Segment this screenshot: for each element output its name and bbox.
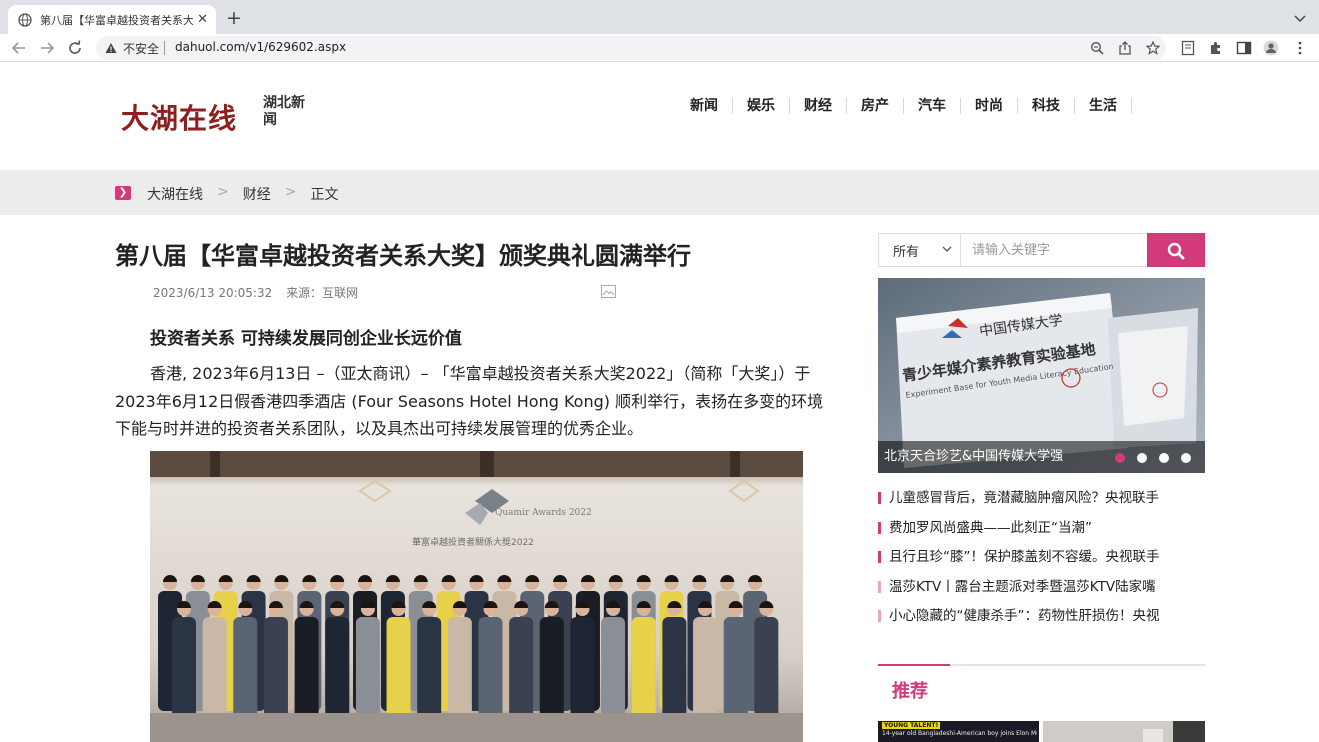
breadcrumb-trail: 大湖在线 > 财经 > 正文	[147, 184, 338, 204]
featured-slider[interactable]: 中国传媒大学 青少年媒介素养教育实验基地 Experiment Base for…	[878, 278, 1205, 473]
nav-item[interactable]: 房产	[847, 98, 904, 114]
nav-item[interactable]: 汽车	[904, 98, 961, 114]
news-list-item[interactable]: 儿童感冒背后，竟潜藏脑肿瘤风险？央视联手	[878, 486, 1208, 516]
back-arrow-icon[interactable]	[10, 39, 28, 57]
search-scope-select[interactable]: 所有	[879, 234, 961, 266]
new-tab-button[interactable]: +	[226, 8, 242, 28]
article-meta: 2023/6/13 20:05:32 来源：互联网	[153, 284, 368, 301]
breadcrumb-separator: >	[217, 184, 229, 200]
url-text[interactable]: dahuol.com/v1/629602.aspx	[175, 40, 346, 54]
share-icon[interactable]	[1118, 41, 1132, 55]
tab-close-icon[interactable]: ✕	[197, 12, 208, 27]
slider-dots	[1103, 453, 1191, 463]
profile-avatar-icon[interactable]	[1263, 40, 1279, 56]
photo-banner-text: 華富卓越投資者關係大獎2022	[412, 536, 534, 548]
article-paragraph: 香港, 2023年6月13日 –（亚太商讯）– 「华富卓越投资者关系大奖2022…	[115, 364, 824, 438]
nav-item[interactable]: 新闻	[676, 98, 733, 114]
nav-item[interactable]: 娱乐	[733, 98, 790, 114]
site-header: 大湖在线 湖北新闻 新闻 娱乐 财经 房产 汽车 时尚 科技 生活	[0, 63, 1319, 170]
chevron-down-icon	[942, 246, 952, 252]
nav-item[interactable]: 科技	[1018, 98, 1075, 114]
breadcrumb: ❯ 大湖在线 > 财经 > 正文	[0, 170, 1319, 215]
site-logo[interactable]: 大湖在线	[121, 97, 237, 137]
news-list-item[interactable]: 温莎KTV丨露台主题派对季暨温莎KTV陆家嘴	[878, 575, 1208, 605]
search-button[interactable]	[1147, 233, 1205, 267]
recommend-thumb-image	[1043, 721, 1205, 742]
slider-dot[interactable]	[1115, 453, 1125, 463]
breadcrumb-home[interactable]: 大湖在线	[147, 184, 203, 204]
reload-icon[interactable]	[66, 39, 84, 57]
recommend-thumbnail[interactable]	[1043, 721, 1205, 742]
forward-arrow-icon[interactable]	[38, 39, 56, 57]
recommend-thumb-tag: YOUNG TALENT!	[882, 722, 941, 729]
tab-search-chevron-icon[interactable]	[1293, 11, 1307, 25]
article-photo: Quamir Awards 2022 華富卓越投資者關係大獎2022	[150, 451, 803, 742]
tab-title: 第八届【华富卓越投资者关系大奖】颁奖典礼圆满举行	[40, 13, 194, 27]
browser-tab-active[interactable]: 第八届【华富卓越投资者关系大奖】颁奖典礼圆满举行 ✕	[8, 5, 216, 34]
reading-list-icon[interactable]	[1180, 40, 1196, 56]
breadcrumb-separator: >	[284, 184, 297, 200]
slider-caption-text: 北京天合珍艺&中国传媒大学强	[884, 449, 1064, 464]
award-ceremony-photo: Quamir Awards 2022 華富卓越投資者關係大獎2022	[150, 451, 803, 742]
news-list-item[interactable]: 且行且珍“膝”！保护膝盖刻不容缓。央视联手	[878, 545, 1208, 575]
breadcrumb-arrow-icon: ❯	[115, 186, 131, 200]
slider-dot[interactable]	[1159, 453, 1169, 463]
search-input[interactable]	[962, 234, 1148, 266]
breadcrumb-current: 正文	[310, 187, 339, 203]
news-list: 儿童感冒背后，竟潜藏脑肿瘤风险？央视联手 费加罗风尚盛典——此刻正“当潮” 且行且珍…	[878, 486, 1208, 634]
article-title: 第八届【华富卓越投资者关系大奖】颁奖典礼圆满举行	[115, 242, 691, 270]
article-subtitle: 投资者关系 可持续发展同创企业长远价值	[150, 329, 462, 349]
nav-item[interactable]: 财经	[790, 98, 847, 114]
security-label[interactable]: 不安全	[123, 40, 159, 57]
breadcrumb-category[interactable]: 财经	[243, 184, 271, 204]
kebab-menu-icon[interactable]	[1292, 40, 1308, 56]
slider-dot[interactable]	[1137, 453, 1147, 463]
image-placeholder-icon	[601, 285, 616, 298]
recommend-title: 推荐	[892, 681, 928, 702]
warning-icon[interactable]	[105, 42, 117, 54]
side-panel-icon[interactable]	[1236, 40, 1252, 56]
article-date: 2023/6/13 20:05:32	[153, 286, 273, 300]
zoom-icon[interactable]	[1090, 41, 1104, 55]
recommend-thumb-text: 14-year old Bangladeshi-American boy joi…	[882, 730, 1037, 737]
recommend-thumbnail[interactable]: YOUNG TALENT! 14-year old Bangladeshi-Am…	[878, 721, 1039, 742]
article-source: 来源：互联网	[286, 286, 359, 300]
extensions-puzzle-icon[interactable]	[1208, 40, 1224, 56]
news-list-item[interactable]: 小心隐藏的“健康杀手”：药物性肝损伤！央视	[878, 604, 1208, 634]
main-nav: 新闻 娱乐 财经 房产 汽车 时尚 科技 生活	[676, 98, 1132, 114]
nav-item[interactable]: 生活	[1075, 98, 1132, 114]
site-logo-subtitle: 湖北新闻	[263, 95, 305, 128]
search-scope-value: 所有	[893, 245, 920, 260]
news-list-item[interactable]: 费加罗风尚盛典——此刻正“当潮”	[878, 516, 1208, 546]
globe-icon	[18, 12, 32, 27]
photo-logo-text: Quamir Awards 2022	[495, 508, 592, 518]
search-icon	[1167, 242, 1185, 260]
nav-item[interactable]: 时尚	[961, 98, 1018, 114]
recommend-divider-accent	[878, 664, 950, 666]
omnibox-divider	[164, 41, 165, 55]
search-box: 所有	[878, 233, 1205, 267]
address-bar[interactable]: 不安全 dahuol.com/v1/629602.aspx	[96, 36, 1166, 60]
browser-toolbar: 不安全 dahuol.com/v1/629602.aspx	[0, 34, 1319, 62]
bookmark-star-icon[interactable]	[1146, 41, 1160, 55]
slider-dot[interactable]	[1181, 453, 1191, 463]
browser-tab-strip: 第八届【华富卓越投资者关系大奖】颁奖典礼圆满举行 ✕ +	[0, 0, 1319, 34]
